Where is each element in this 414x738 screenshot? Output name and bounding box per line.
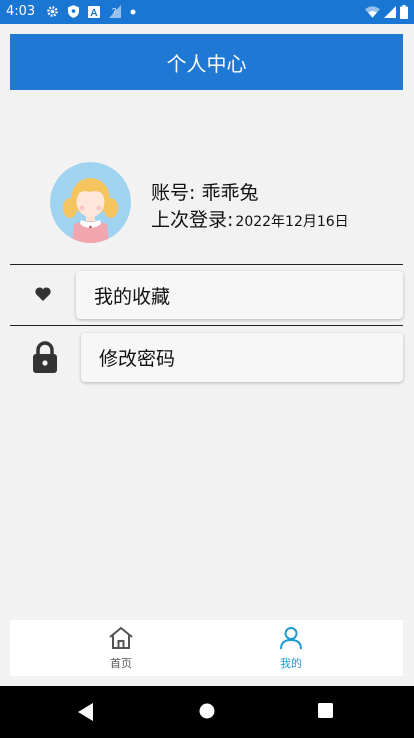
nav-mine-label: 我的 <box>280 656 302 670</box>
gear-icon <box>46 5 59 18</box>
home-icon <box>108 626 134 653</box>
favorites-button[interactable]: 我的收藏 <box>76 271 403 319</box>
account-value: 乖乖兔 <box>201 182 259 204</box>
a-icon: A <box>88 5 100 18</box>
nav-item-home[interactable]: 首页 <box>61 620 181 676</box>
last-login-info: 上次登录: 2022年12月16日 <box>151 205 349 232</box>
dot-icon <box>130 9 136 15</box>
shield-icon <box>68 5 79 18</box>
system-nav-bar <box>0 686 414 738</box>
home-circle-icon[interactable] <box>199 703 215 723</box>
divider-middle <box>10 325 403 326</box>
bottom-nav: 首页 我的 <box>10 620 403 676</box>
svg-text:A: A <box>90 8 97 18</box>
status-bar: 4:03 A ? <box>0 0 414 24</box>
status-time: 4:03 <box>6 4 36 19</box>
lock-icon <box>28 338 62 376</box>
cell-signal-icon <box>384 6 396 18</box>
change-password-button[interactable]: 修改密码 <box>81 333 403 382</box>
divider-top <box>10 264 403 265</box>
change-password-label: 修改密码 <box>99 348 176 370</box>
user-icon <box>279 626 303 653</box>
battery-icon <box>400 5 408 19</box>
favorites-label: 我的收藏 <box>94 285 171 308</box>
wifi-icon <box>365 6 380 18</box>
svg-text:?: ? <box>112 7 117 16</box>
avatar[interactable] <box>50 162 131 243</box>
signal-question-icon: ? <box>109 5 121 18</box>
back-icon[interactable] <box>78 703 94 725</box>
nav-home-label: 首页 <box>110 656 132 670</box>
recents-icon[interactable] <box>318 703 333 722</box>
last-login-value: 2022年12月16日 <box>235 214 349 230</box>
nav-item-mine[interactable]: 我的 <box>231 620 351 676</box>
page-header: 个人中心 <box>10 34 403 90</box>
account-info: 账号: 乖乖兔 <box>151 178 258 205</box>
account-label: 账号: <box>151 182 196 204</box>
last-login-label: 上次登录: <box>151 209 234 231</box>
page-title: 个人中心 <box>166 51 247 76</box>
heart-icon <box>30 280 56 308</box>
